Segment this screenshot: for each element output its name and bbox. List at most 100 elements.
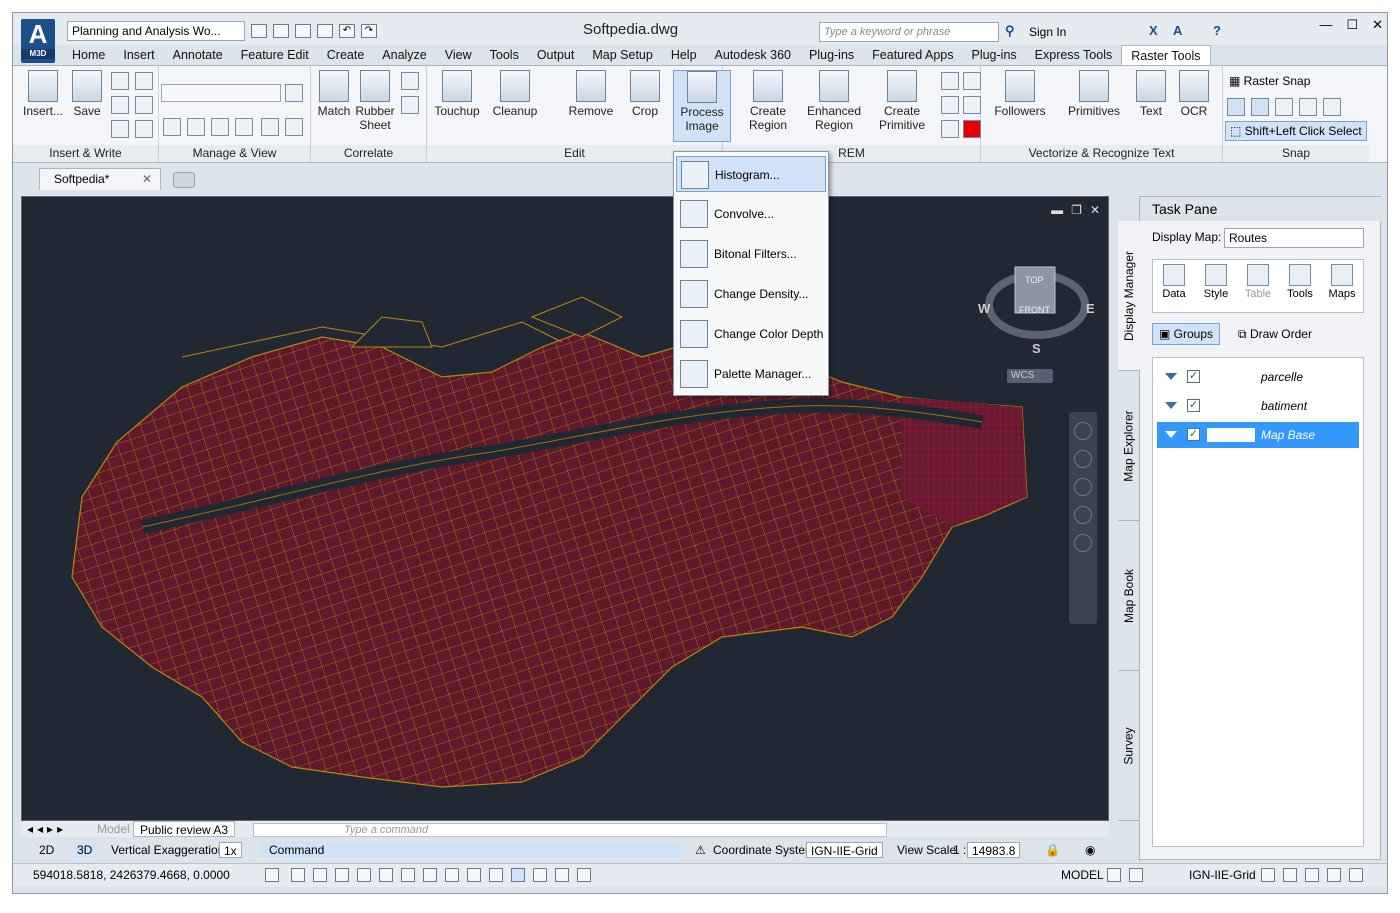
raster-tool-icon[interactable] (111, 120, 129, 138)
expand-icon[interactable] (1165, 431, 1177, 438)
redo-icon[interactable]: ↷ (361, 24, 377, 38)
primitives-button[interactable]: Primitives (1059, 70, 1129, 118)
panel-title[interactable]: Vectorize & Recognize Text (981, 145, 1222, 162)
text-button[interactable]: Text (1133, 70, 1169, 118)
lock-ui-icon[interactable] (1283, 868, 1297, 882)
tab-home[interactable]: Home (63, 45, 114, 65)
sc-icon[interactable] (533, 868, 547, 882)
rubber-sheet-button[interactable]: Rubber Sheet (353, 70, 397, 132)
new-icon[interactable] (251, 24, 267, 38)
menu-item-change-density[interactable]: Change Density... (676, 276, 826, 312)
layout-icon[interactable] (1107, 868, 1121, 882)
model-space-label[interactable]: MODEL (1061, 868, 1104, 882)
wcs-menu[interactable]: WCS (1007, 369, 1053, 383)
new-tab-button[interactable] (173, 172, 195, 188)
undo-icon[interactable]: ↶ (339, 24, 355, 38)
mode-3d[interactable]: 3D (73, 842, 97, 858)
tab-help[interactable]: Help (662, 45, 706, 65)
snap-mode-icon[interactable] (1275, 98, 1293, 116)
tab-autodesk-360[interactable]: Autodesk 360 (706, 45, 800, 65)
search-input[interactable]: Type a keyword or phrase (819, 22, 999, 42)
layer-item[interactable]: ✓ Map Base (1157, 422, 1359, 448)
tab-map-book[interactable]: Map Book (1118, 521, 1140, 671)
workspace-gear-icon[interactable] (1261, 868, 1275, 882)
viewcube-front[interactable]: FRONT (1019, 305, 1050, 315)
layer-visibility-checkbox[interactable]: ✓ (1187, 399, 1200, 412)
orbit-icon[interactable] (1074, 506, 1092, 524)
mode-2d[interactable]: 2D (35, 842, 58, 858)
tab-analyze[interactable]: Analyze (373, 45, 435, 65)
tab-plug-ins[interactable]: Plug-ins (962, 45, 1025, 65)
osnap-icon[interactable] (357, 868, 371, 882)
crosshair-icon[interactable] (577, 868, 591, 882)
tab-output[interactable]: Output (528, 45, 584, 65)
workspace-dropdown[interactable]: Planning and Analysis Wo... (67, 21, 245, 41)
image-select[interactable] (161, 84, 281, 102)
lock-icon[interactable]: 🔒 (1041, 842, 1064, 858)
compass-south[interactable]: S (1032, 341, 1041, 356)
ocr-button[interactable]: OCR (1175, 70, 1213, 118)
tab-model[interactable]: Model (91, 821, 136, 837)
followers-button[interactable]: Followers (987, 70, 1053, 118)
raster-tool-icon[interactable] (135, 96, 153, 114)
sign-in-link[interactable]: Sign In (1029, 25, 1066, 39)
snap-icon[interactable] (265, 868, 279, 882)
display-map-select[interactable]: Routes (1224, 228, 1364, 248)
tab-raster-tools[interactable]: Raster Tools (1121, 45, 1211, 65)
zoom-extents-icon[interactable] (1074, 478, 1092, 496)
raster-snap-toggle[interactable]: ▦ Raster Snap (1229, 74, 1310, 88)
snap-mode-icon[interactable] (1323, 98, 1341, 116)
open-icon[interactable] (273, 24, 289, 38)
groups-button[interactable]: ▣ Groups (1152, 323, 1221, 345)
ducs-icon[interactable] (423, 868, 437, 882)
image-tool-icon[interactable] (261, 118, 279, 136)
correlate-icon[interactable] (401, 72, 419, 90)
raster-tool-icon[interactable] (111, 96, 129, 114)
view-scale-input[interactable]: 14983.8 (967, 842, 1021, 858)
document-tab[interactable]: Softpedia* ✕ (39, 168, 161, 190)
am-icon[interactable] (555, 868, 569, 882)
raster-tool-icon[interactable] (111, 72, 129, 90)
tab-insert[interactable]: Insert (114, 45, 163, 65)
menu-item-bitonal-filters[interactable]: Bitonal Filters... (676, 236, 826, 272)
drawing-canvas[interactable]: ▬ ❐ ✕ TOP FRONT W E S WCS (21, 196, 1109, 821)
insert-button[interactable]: Insert... (21, 70, 65, 118)
image-tool-icon[interactable] (285, 84, 303, 102)
tab-tools[interactable]: Tools (481, 45, 528, 65)
maps-button[interactable]: Maps (1325, 264, 1359, 312)
qp-icon[interactable] (511, 868, 525, 882)
raster-tool-icon[interactable] (135, 120, 153, 138)
menu-item-histogram[interactable]: Histogram... (676, 156, 826, 192)
tpy-icon[interactable] (489, 868, 503, 882)
layer-visibility-checkbox[interactable]: ✓ (1187, 428, 1200, 441)
pan-icon[interactable] (1074, 450, 1092, 468)
menu-item-convolve[interactable]: Convolve... (676, 196, 826, 232)
bulb-icon[interactable]: ◉ (1081, 842, 1099, 858)
correlate-icon[interactable] (401, 96, 419, 114)
binoculars-icon[interactable]: ⚲ (1005, 23, 1015, 39)
close-tab-icon[interactable]: ✕ (142, 169, 152, 189)
tab-express-tools[interactable]: Express Tools (1026, 45, 1122, 65)
tab-plug-ins[interactable]: Plug-ins (800, 45, 863, 65)
layout-nav-arrows[interactable]: ◂◂▸▸ (21, 821, 73, 837)
image-tool-icon[interactable] (211, 118, 229, 136)
panel-title[interactable]: Manage & View (159, 145, 310, 162)
cleanup-button[interactable]: Cleanup (489, 70, 541, 118)
tab-map-explorer[interactable]: Map Explorer (1118, 371, 1140, 521)
command-input[interactable]: Type a command (253, 823, 887, 837)
panel-title[interactable]: Insert & Write (13, 145, 158, 162)
rem-tool-icon[interactable] (963, 72, 981, 90)
save-raster-button[interactable]: Save (67, 70, 107, 118)
panel-title[interactable]: Snap (1223, 145, 1369, 162)
polar-icon[interactable] (335, 868, 349, 882)
enhanced-region-button[interactable]: Enhanced Region (803, 70, 865, 132)
restore-viewport-icon[interactable]: ❐ (1071, 203, 1082, 217)
data-button[interactable]: Data (1157, 264, 1191, 312)
remove-button[interactable]: Remove (563, 70, 619, 118)
color-swatch-icon[interactable] (963, 120, 981, 138)
rem-tool-icon[interactable] (941, 120, 959, 138)
compass-west[interactable]: W (978, 301, 990, 316)
minimize-icon[interactable]: — (1319, 17, 1332, 33)
tab-create[interactable]: Create (318, 45, 374, 65)
tab-layout[interactable]: Public review A3 (133, 821, 236, 837)
